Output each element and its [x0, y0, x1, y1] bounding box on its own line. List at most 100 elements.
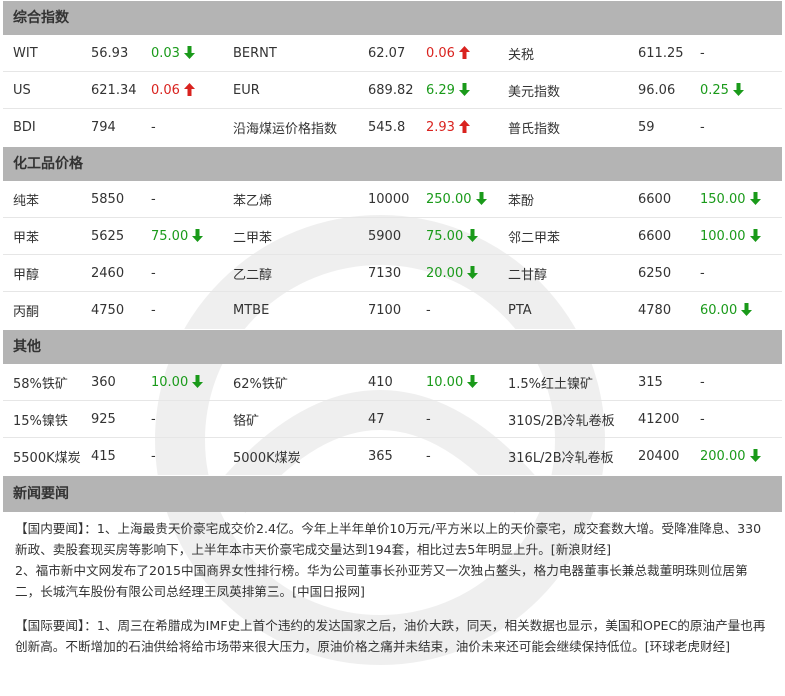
arrow-down-icon — [458, 82, 470, 96]
item-name: 美元指数 — [508, 84, 561, 100]
change-value: - — [426, 449, 431, 464]
item-name: 二甘醇 — [508, 267, 548, 283]
item-name: WIT — [13, 45, 38, 61]
market-panel: 综合指数 WIT 56.93 0.03 BERNT 62.07 0.06 关税 611.25-… — [3, 0, 782, 657]
change-value: - — [700, 120, 705, 135]
item-change: 75.00 — [151, 228, 233, 244]
change-value: 0.03 — [151, 45, 180, 61]
arrow-down-icon — [749, 449, 761, 462]
item-value: 315 — [638, 374, 663, 390]
item-value: 5625 — [91, 228, 125, 244]
item-change: - — [151, 303, 233, 318]
item-name: 58%铁矿 — [13, 376, 68, 392]
item-change: - — [426, 412, 508, 427]
item-value: 62.07 — [368, 45, 406, 61]
change-value: 6.29 — [426, 82, 455, 98]
change-value: 75.00 — [151, 228, 189, 244]
item-change: - — [426, 449, 508, 464]
item-change: 10.00 — [151, 374, 233, 390]
arrow-down-icon — [467, 265, 479, 279]
item-name: 316L/2B冷轧卷板 — [508, 451, 614, 466]
change-value: - — [700, 45, 705, 61]
item-value: 621.34 — [91, 82, 137, 98]
item-value: 415 — [91, 449, 116, 464]
item-name: EUR — [233, 82, 260, 98]
item-value: 6600 — [638, 191, 672, 207]
change-value: 60.00 — [700, 303, 738, 318]
item-value: 5900 — [368, 228, 402, 244]
item-change: 150.00 — [700, 191, 782, 207]
change-value: - — [151, 449, 156, 464]
item-value: 410 — [368, 374, 393, 390]
change-value: - — [700, 411, 705, 427]
change-value: - — [151, 303, 156, 318]
item-name: 62%铁矿 — [233, 376, 288, 392]
change-value: 200.00 — [700, 449, 746, 464]
section-title: 其他 — [13, 339, 41, 355]
item-name: 关税 — [508, 47, 535, 63]
item-value: 47 — [368, 411, 385, 427]
news-item: 【国内要闻】：1、上海最贵天价豪宅成交价2.4亿。今年上半年单价10万元/平方米… — [15, 521, 762, 557]
section-header-chemical-prices: 化工品价格 — [3, 146, 782, 181]
arrow-up-icon — [183, 82, 195, 96]
item-change: 100.00 — [700, 228, 782, 244]
item-change: 60.00 — [700, 303, 782, 318]
item-name: 纯苯 — [13, 193, 40, 209]
item-change: 0.06 — [426, 45, 508, 61]
item-name: BDI — [13, 120, 36, 135]
item-name: 铬矿 — [233, 413, 260, 429]
change-value: 0.25 — [700, 82, 729, 98]
table-row: 甲苯 5625 75.00 二甲苯 5900 75.00 邻二甲苯 6600 100.00 — [3, 218, 782, 255]
change-value: - — [151, 120, 156, 135]
arrow-down-icon — [467, 228, 479, 242]
change-value: - — [151, 265, 156, 281]
item-name: 丙酮 — [13, 305, 40, 320]
arrow-down-icon — [475, 191, 487, 205]
table-row: 纯苯 5850 - 苯乙烯 10000 250.00 苯酚 6600 150.00 — [3, 181, 782, 218]
item-change: - — [151, 266, 233, 281]
item-name: MTBE — [233, 303, 270, 318]
item-change: 0.03 — [151, 45, 233, 61]
item-value: 4750 — [91, 303, 125, 318]
table-row: US 621.34 0.06 EUR 689.82 6.29 美元指数 96.06 0.25 — [3, 72, 782, 109]
news-body: 【国内要闻】：1、上海最贵天价豪宅成交价2.4亿。今年上半年单价10万元/平方米… — [3, 512, 782, 657]
item-change: - — [700, 120, 782, 135]
item-name: 甲苯 — [13, 230, 40, 246]
table-row: 丙酮 4750 - MTBE 7100 - PTA 4780 60.00 — [3, 292, 782, 329]
change-value: 20.00 — [426, 265, 464, 281]
item-change: - — [151, 412, 233, 427]
item-name: 二甲苯 — [233, 230, 273, 246]
item-value: 611.25 — [638, 45, 684, 61]
item-value: 59 — [638, 120, 655, 135]
item-name: 甲醇 — [13, 267, 40, 283]
change-value: 150.00 — [700, 191, 746, 207]
item-value: 545.8 — [368, 120, 406, 135]
table-row: BDI 794 - 沿海煤运价格指数 545.8 2.93 普氏指数 59 - — [3, 109, 782, 146]
item-change: - — [700, 375, 782, 390]
change-value: 100.00 — [700, 228, 746, 244]
item-name: US — [13, 82, 31, 98]
item-name: 普氏指数 — [508, 122, 561, 137]
arrow-down-icon — [732, 82, 744, 96]
item-name: 邻二甲苯 — [508, 230, 561, 246]
table-row: 甲醇 2460 - 乙二醇 7130 20.00 二甘醇 6250 - — [3, 255, 782, 292]
section-title: 新闻要闻 — [13, 486, 69, 502]
item-value: 2460 — [91, 265, 125, 281]
section-header-news: 新闻要闻 — [3, 475, 782, 512]
change-value: - — [151, 411, 156, 427]
item-change: 75.00 — [426, 228, 508, 244]
item-value: 794 — [91, 120, 116, 135]
news-international: 【国际要闻】：1、周三在希腊成为IMF史上首个违约的发达国家之后，油价大跌，同天… — [15, 615, 772, 657]
item-value: 5850 — [91, 191, 125, 207]
item-name: 5000K煤炭 — [233, 451, 301, 466]
item-name: 沿海煤运价格指数 — [233, 122, 338, 137]
item-value: 96.06 — [638, 82, 676, 98]
item-change: - — [151, 192, 233, 207]
table-row: 58%铁矿 360 10.00 62%铁矿 410 10.00 1.5%红土镍矿 315 - — [3, 364, 782, 401]
item-name: 15%镍铁 — [13, 413, 68, 429]
change-value: 0.06 — [151, 82, 180, 98]
news-domestic: 【国内要闻】：1、上海最贵天价豪宅成交价2.4亿。今年上半年单价10万元/平方米… — [15, 518, 772, 602]
arrow-down-icon — [749, 228, 761, 242]
section-rows-composite-index: WIT 56.93 0.03 BERNT 62.07 0.06 关税 611.25- US 62… — [3, 35, 782, 146]
item-name: 310S/2B冷轧卷板 — [508, 413, 615, 429]
